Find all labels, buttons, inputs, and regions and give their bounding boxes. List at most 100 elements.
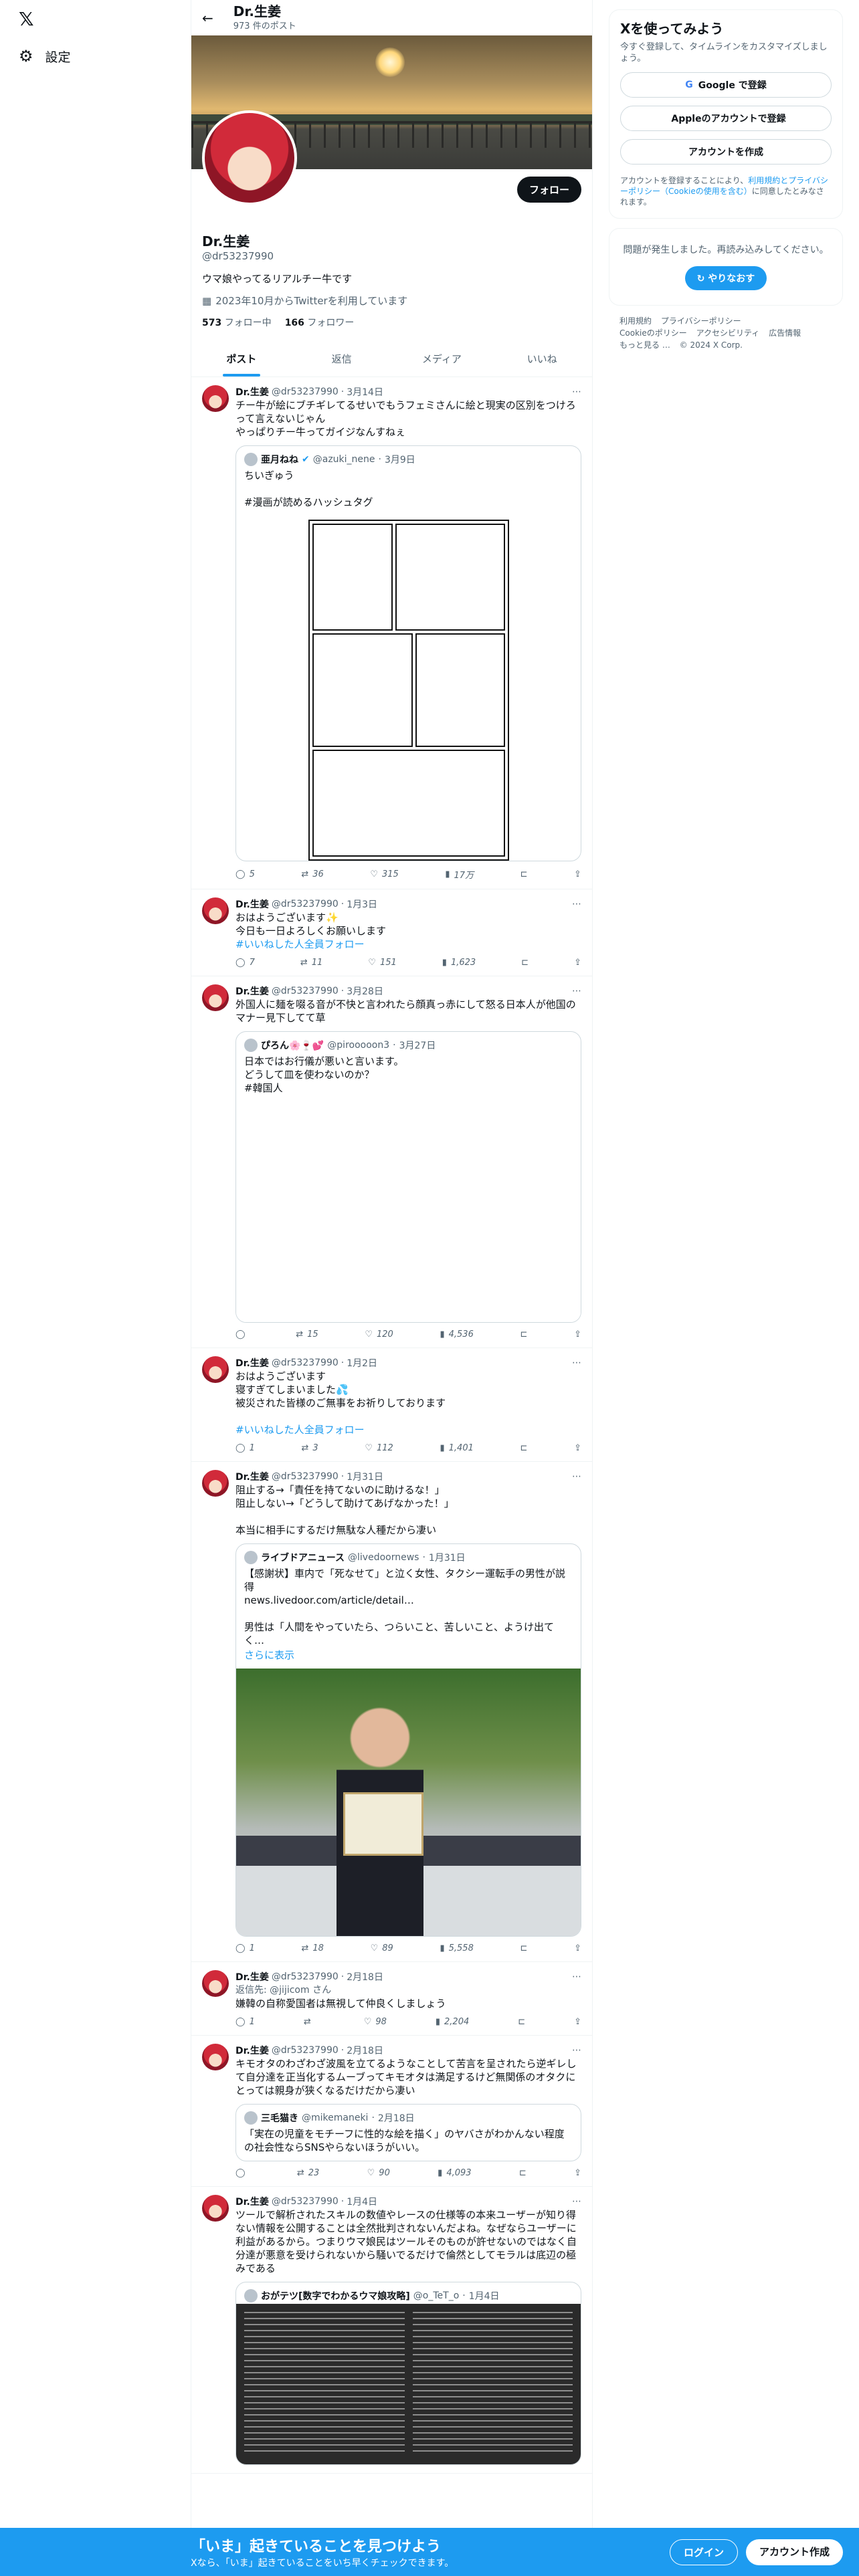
retweet-button[interactable]: ⇄ [304, 2017, 315, 2027]
tweet[interactable]: Dr.生姜 @dr53237990 · 2月18日 ⋯ 返信先: @jijicom… [191, 1962, 592, 2036]
more-icon[interactable]: ⋯ [572, 1971, 581, 1982]
share-button[interactable]: ⇪ [574, 2168, 581, 2178]
tweet[interactable]: Dr.生姜 @dr53237990 · 1月2日 ⋯ おはようございます 寝すぎて… [191, 1348, 592, 1462]
tweet[interactable]: Dr.生姜 @dr53237990 · 1月31日 ⋯ 阻止する→「責任を持てない… [191, 1462, 592, 1962]
share-button[interactable]: ⇪ [574, 958, 581, 968]
x-logo-icon[interactable]: 𝕏 [19, 8, 41, 31]
views-button[interactable]: ▮ 1,401 [440, 1443, 473, 1453]
bookmark-button[interactable]: ⊏ [520, 868, 528, 881]
profile-avatar[interactable] [202, 110, 297, 205]
login-button[interactable]: ログイン [669, 2539, 738, 2565]
share-button[interactable]: ⇪ [574, 1329, 581, 1339]
footer-link[interactable]: もっと見る … [619, 340, 670, 350]
reply-button[interactable]: ◯ 1 [235, 1443, 255, 1453]
like-button[interactable]: ♡ 315 [370, 868, 398, 881]
reply-button[interactable]: ◯ 1 [235, 1943, 255, 1953]
tweet-author[interactable]: Dr.生姜 [235, 984, 269, 998]
retweet-button[interactable]: ⇄ 23 [297, 2168, 319, 2178]
signup-button[interactable]: アカウント作成 [745, 2539, 843, 2565]
more-icon[interactable]: ⋯ [572, 986, 581, 996]
tweet-date[interactable]: 2月18日 [347, 2044, 383, 2057]
tweet-author[interactable]: Dr.生姜 [235, 897, 269, 911]
show-more-link[interactable]: さらに表示 [236, 1647, 581, 1669]
footer-link[interactable]: 利用規約 [619, 316, 652, 326]
hashtag-link[interactable]: #いいねした人全員フォロー [235, 1423, 581, 1436]
views-button[interactable]: ▮ 1,623 [442, 958, 476, 968]
share-button[interactable]: ⇪ [574, 1943, 581, 1953]
bookmark-button[interactable]: ⊏ [519, 2168, 527, 2178]
more-icon[interactable]: ⋯ [572, 1471, 581, 1482]
tweet-date[interactable]: 3月14日 [347, 385, 383, 399]
followers-link[interactable]: 166 フォロワー [285, 316, 355, 329]
tweet-author[interactable]: Dr.生姜 [235, 2044, 269, 2057]
views-button[interactable]: ▮ 17万 [445, 868, 474, 881]
more-icon[interactable]: ⋯ [572, 899, 581, 909]
tab-posts[interactable]: ポスト [191, 341, 292, 377]
tweet-author[interactable]: Dr.生姜 [235, 1356, 269, 1370]
tweet-author[interactable]: Dr.生姜 [235, 385, 269, 399]
quote-tweet[interactable]: ぴろん🌸🍷💕 @pirooooon3 · 3月27日 日本ではお行儀が悪いと言いま… [235, 1031, 581, 1323]
tweet[interactable]: Dr.生姜 @dr53237990 · 2月18日 ⋯ キモオタのわざわざ波風を立… [191, 2036, 592, 2187]
reply-button[interactable]: ◯ 5 [235, 868, 255, 881]
views-button[interactable]: ▮ 4,536 [440, 1329, 473, 1339]
google-signup-button[interactable]: G Google で登録 [620, 72, 832, 98]
bookmark-button[interactable]: ⊏ [520, 1443, 528, 1453]
avatar[interactable] [202, 1356, 229, 1383]
avatar[interactable] [202, 385, 229, 412]
avatar[interactable] [202, 1470, 229, 1497]
reply-button[interactable]: ◯ [235, 2168, 250, 2178]
retweet-button[interactable]: ⇄ 36 [301, 868, 323, 881]
reply-button[interactable]: ◯ 1 [235, 2017, 255, 2027]
share-button[interactable]: ⇪ [574, 1443, 581, 1453]
back-arrow-icon[interactable]: ← [202, 10, 213, 26]
footer-link[interactable]: 広告情報 [769, 328, 801, 338]
share-button[interactable]: ⇪ [574, 2017, 581, 2027]
retweet-button[interactable]: ⇄ 3 [302, 1443, 318, 1453]
reply-button[interactable]: ◯ [235, 1329, 250, 1339]
share-button[interactable]: ⇪ [574, 868, 581, 881]
tweet-date[interactable]: 1月31日 [347, 1470, 383, 1483]
retweet-button[interactable]: ⇄ 11 [300, 958, 322, 968]
tweet[interactable]: Dr.生姜 @dr53237990 · 1月3日 ⋯ おはようございます✨ 今日も… [191, 889, 592, 976]
like-button[interactable]: ♡ 98 [364, 2017, 387, 2027]
tweet-author[interactable]: Dr.生姜 [235, 1970, 269, 1983]
quote-tweet[interactable]: 三毛猫き @mikemaneki · 2月18日 「実在の児童をモチーフに性的な絵… [235, 2104, 581, 2161]
tweet-date[interactable]: 1月4日 [347, 2195, 377, 2208]
nav-settings[interactable]: ⚙ 設定 [19, 47, 71, 66]
like-button[interactable]: ♡ 89 [371, 1943, 393, 1953]
hashtag-link[interactable]: #いいねした人全員フォロー [235, 938, 581, 951]
create-account-button[interactable]: アカウントを作成 [620, 139, 832, 165]
tweet-author[interactable]: Dr.生姜 [235, 2195, 269, 2208]
retweet-button[interactable]: ⇄ 15 [296, 1329, 318, 1339]
more-icon[interactable]: ⋯ [572, 2045, 581, 2056]
views-button[interactable]: ▮ 2,204 [436, 2017, 469, 2027]
tweet-date[interactable]: 3月28日 [347, 984, 383, 998]
more-icon[interactable]: ⋯ [572, 2196, 581, 2207]
more-icon[interactable]: ⋯ [572, 387, 581, 397]
avatar[interactable] [202, 1970, 229, 1997]
tab-replies[interactable]: 返信 [292, 341, 392, 377]
like-button[interactable]: ♡ 112 [365, 1443, 393, 1453]
quote-tweet[interactable]: ライブドアニュース @livedoornews · 1月31日 【感謝状】車内で「… [235, 1543, 581, 1937]
apple-signup-button[interactable]: Appleのアカウントで登録 [620, 106, 832, 131]
tab-likes[interactable]: いいね [492, 341, 592, 377]
like-button[interactable]: ♡ 90 [367, 2168, 390, 2178]
views-button[interactable]: ▮ 4,093 [438, 2168, 471, 2178]
footer-link[interactable]: プライバシーポリシー [661, 316, 741, 326]
news-photo[interactable] [236, 1669, 581, 1936]
like-button[interactable]: ♡ 151 [368, 958, 396, 968]
avatar[interactable] [202, 984, 229, 1011]
avatar[interactable] [202, 2195, 229, 2222]
bookmark-button[interactable]: ⊏ [520, 1943, 528, 1953]
bookmark-button[interactable]: ⊏ [520, 1329, 528, 1339]
tweet-date[interactable]: 2月18日 [347, 1970, 383, 1983]
quote-tweet[interactable]: おがテツ[数字でわかるウマ娘攻略] @o_TeT_o · 1月4日 [235, 2282, 581, 2465]
retry-button[interactable]: ↻ やりなおす [684, 266, 767, 290]
avatar[interactable] [202, 2044, 229, 2070]
follow-button[interactable]: フォロー [516, 177, 581, 203]
reply-to[interactable]: 返信先: @jijicom さん [235, 1983, 581, 1997]
footer-link[interactable]: アクセシビリティ [696, 328, 760, 338]
reply-button[interactable]: ◯ 7 [235, 958, 255, 968]
following-link[interactable]: 573 フォロー中 [202, 316, 272, 329]
more-icon[interactable]: ⋯ [572, 1358, 581, 1368]
